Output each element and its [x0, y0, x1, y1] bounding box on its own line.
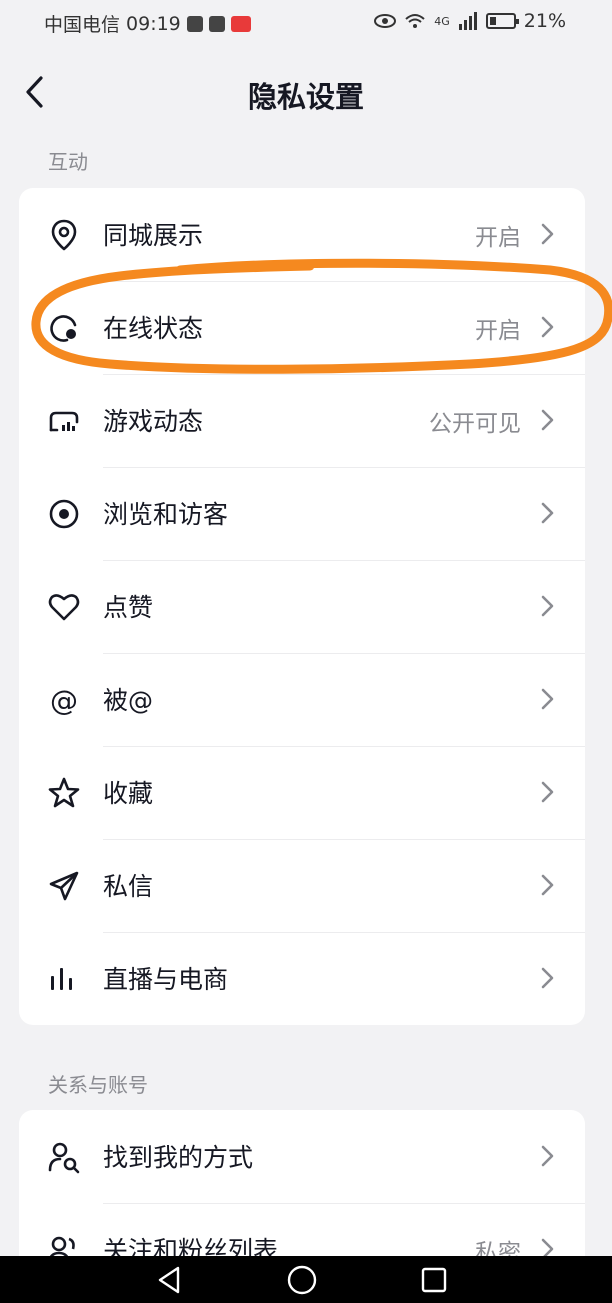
setting-label: 私信 — [103, 872, 154, 901]
battery-percent: 21% — [523, 10, 566, 32]
setting-row-messages[interactable]: 私信 — [19, 839, 585, 932]
setting-row-find-me[interactable]: 找到我的方式 — [19, 1110, 585, 1203]
account-settings-card: 找到我的方式 关注和粉丝列表 私密 — [19, 1110, 585, 1270]
clock: 09:19 — [126, 12, 181, 35]
setting-row-online-status[interactable]: 在线状态 开启 — [19, 281, 585, 374]
section-title-account: 关系与账号 — [48, 1073, 148, 1097]
header: 隐私设置 — [0, 58, 612, 128]
find-user-icon — [48, 1142, 80, 1174]
setting-row-mentions[interactable]: @ 被@ — [19, 653, 585, 746]
heart-icon — [48, 594, 80, 621]
system-nav-bar — [0, 1256, 612, 1303]
chevron-right-icon — [541, 316, 554, 338]
setting-label: 直播与电商 — [103, 965, 229, 994]
chevron-right-icon — [541, 781, 554, 803]
nav-recents-icon[interactable] — [418, 1264, 450, 1296]
setting-row-local-display[interactable]: 同城展示 开启 — [19, 188, 585, 281]
setting-value: 开启 — [475, 225, 521, 251]
status-right: 4G 21% — [374, 10, 566, 32]
setting-value: 开启 — [475, 318, 521, 344]
bars-icon — [51, 968, 72, 990]
eye-icon — [49, 499, 79, 529]
location-icon — [51, 219, 77, 251]
interaction-settings-card: 同城展示 开启 在线状态 开启 游戏动态 公开可见 浏览和访客 点赞 @ 被@ … — [19, 188, 585, 1025]
chevron-right-icon — [541, 967, 554, 989]
nav-home-icon[interactable] — [286, 1264, 318, 1296]
status-left: 中国电信 09:19 — [44, 10, 251, 37]
send-icon — [49, 871, 79, 901]
network-type: 4G — [434, 14, 450, 28]
setting-value: 公开可见 — [429, 411, 521, 437]
news-app-icon — [230, 15, 251, 32]
eye-comfort-icon — [374, 14, 397, 28]
setting-row-game-activity[interactable]: 游戏动态 公开可见 — [19, 374, 585, 467]
setting-row-live-ecommerce[interactable]: 直播与电商 — [19, 932, 585, 1025]
calendar-icon — [208, 15, 225, 32]
setting-label: 游戏动态 — [103, 407, 204, 436]
chevron-right-icon — [541, 502, 554, 524]
chevron-right-icon — [541, 409, 554, 431]
setting-label: 找到我的方式 — [103, 1143, 254, 1172]
svg-text:@: @ — [50, 684, 78, 717]
star-icon — [48, 777, 80, 808]
nav-back-icon[interactable] — [154, 1264, 186, 1296]
carrier-label: 中国电信 — [44, 14, 121, 36]
notification-icon — [186, 15, 203, 32]
battery-icon — [485, 13, 519, 29]
setting-row-views-visitors[interactable]: 浏览和访客 — [19, 467, 585, 560]
chevron-right-icon — [541, 223, 554, 245]
setting-label: 浏览和访客 — [103, 500, 229, 529]
page-title: 隐私设置 — [247, 80, 364, 114]
chevron-right-icon — [541, 874, 554, 896]
setting-row-favorites[interactable]: 收藏 — [19, 746, 585, 839]
game-icon — [49, 411, 79, 432]
chevron-right-icon — [541, 1145, 554, 1167]
setting-label: 被@ — [103, 686, 154, 715]
setting-label: 同城展示 — [103, 221, 204, 250]
section-title-interaction: 互动 — [48, 150, 88, 174]
setting-row-likes[interactable]: 点赞 — [19, 560, 585, 653]
chevron-right-icon — [541, 595, 554, 617]
status-bar: 中国电信 09:19 4G 21% — [0, 0, 612, 52]
chevron-right-icon — [541, 688, 554, 710]
setting-label: 在线状态 — [103, 314, 204, 343]
setting-label: 收藏 — [103, 779, 154, 808]
wifi-icon — [405, 14, 425, 28]
online-status-icon — [50, 315, 77, 342]
privacy-settings-screen: 中国电信 09:19 4G 21% 隐私设置 互动 同城展示 开启 在线状态 开… — [0, 0, 612, 1303]
setting-label: 点赞 — [103, 593, 154, 622]
at-icon: @ — [50, 684, 78, 717]
signal-icon — [458, 12, 477, 30]
